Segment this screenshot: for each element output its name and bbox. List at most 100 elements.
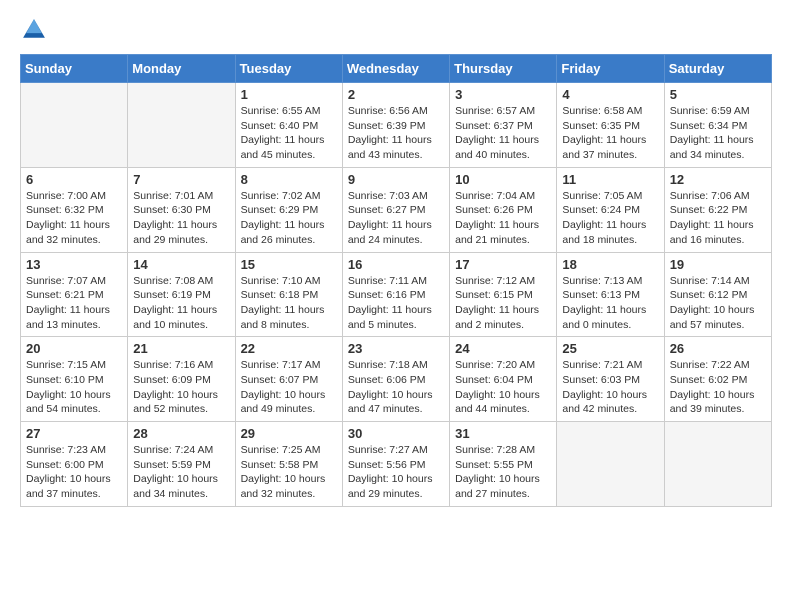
day-info: Sunrise: 7:04 AM Sunset: 6:26 PM Dayligh…	[455, 189, 551, 248]
day-number: 26	[670, 341, 766, 356]
day-info: Sunrise: 7:08 AM Sunset: 6:19 PM Dayligh…	[133, 274, 229, 333]
day-info: Sunrise: 7:06 AM Sunset: 6:22 PM Dayligh…	[670, 189, 766, 248]
week-row-2: 6Sunrise: 7:00 AM Sunset: 6:32 PM Daylig…	[21, 167, 772, 252]
day-info: Sunrise: 6:55 AM Sunset: 6:40 PM Dayligh…	[241, 104, 337, 163]
week-row-1: 1 Sunrise: 6:55 AM Sunset: 6:40 PM Daylig…	[21, 83, 772, 168]
calendar-cell: 1 Sunrise: 6:55 AM Sunset: 6:40 PM Daylig…	[235, 83, 342, 168]
day-number: 20	[26, 341, 122, 356]
day-number: 16	[348, 257, 444, 272]
day-info: Sunrise: 7:23 AM Sunset: 6:00 PM Dayligh…	[26, 443, 122, 502]
calendar-cell: 25 Sunrise: 7:21 AM Sunset: 6:03 PM Dayli…	[557, 337, 664, 422]
day-number: 10	[455, 172, 551, 187]
day-number: 18	[562, 257, 658, 272]
week-row-4: 20Sunrise: 7:15 AM Sunset: 6:10 PM Dayli…	[21, 337, 772, 422]
day-info: Sunrise: 7:27 AM Sunset: 5:56 PM Dayligh…	[348, 443, 444, 502]
day-header-saturday: Saturday	[664, 55, 771, 83]
calendar-cell: 12 Sunrise: 7:06 AM Sunset: 6:22 PM Dayli…	[664, 167, 771, 252]
day-info: Sunrise: 7:01 AM Sunset: 6:30 PM Dayligh…	[133, 189, 229, 248]
day-number: 11	[562, 172, 658, 187]
week-row-3: 13 Sunrise: 7:07 AM Sunset: 6:21 PM Dayli…	[21, 252, 772, 337]
day-number: 1	[241, 87, 337, 102]
calendar-cell	[664, 422, 771, 507]
day-info: Sunrise: 6:57 AM Sunset: 6:37 PM Dayligh…	[455, 104, 551, 163]
day-info: Sunrise: 7:07 AM Sunset: 6:21 PM Dayligh…	[26, 274, 122, 333]
page: SundayMondayTuesdayWednesdayThursdayFrid…	[0, 0, 792, 527]
calendar-cell: 23 Sunrise: 7:18 AM Sunset: 6:06 PM Dayli…	[342, 337, 449, 422]
day-number: 7	[133, 172, 229, 187]
day-number: 22	[241, 341, 337, 356]
day-info: Sunrise: 7:16 AM Sunset: 6:09 PM Dayligh…	[133, 358, 229, 417]
day-info: Sunrise: 7:02 AM Sunset: 6:29 PM Dayligh…	[241, 189, 337, 248]
day-header-friday: Friday	[557, 55, 664, 83]
calendar-cell: 9 Sunrise: 7:03 AM Sunset: 6:27 PM Daylig…	[342, 167, 449, 252]
day-number: 2	[348, 87, 444, 102]
day-info: Sunrise: 7:10 AM Sunset: 6:18 PM Dayligh…	[241, 274, 337, 333]
day-info: Sunrise: 7:12 AM Sunset: 6:15 PM Dayligh…	[455, 274, 551, 333]
day-info: Sunrise: 6:56 AM Sunset: 6:39 PM Dayligh…	[348, 104, 444, 163]
day-number: 8	[241, 172, 337, 187]
calendar-cell	[557, 422, 664, 507]
day-info: Sunrise: 7:21 AM Sunset: 6:03 PM Dayligh…	[562, 358, 658, 417]
calendar-table: SundayMondayTuesdayWednesdayThursdayFrid…	[20, 54, 772, 507]
day-number: 23	[348, 341, 444, 356]
calendar-cell: 11 Sunrise: 7:05 AM Sunset: 6:24 PM Dayli…	[557, 167, 664, 252]
header	[20, 16, 772, 44]
day-number: 15	[241, 257, 337, 272]
day-number: 21	[133, 341, 229, 356]
day-info: Sunrise: 6:58 AM Sunset: 6:35 PM Dayligh…	[562, 104, 658, 163]
calendar-cell: 2 Sunrise: 6:56 AM Sunset: 6:39 PM Daylig…	[342, 83, 449, 168]
day-info: Sunrise: 7:18 AM Sunset: 6:06 PM Dayligh…	[348, 358, 444, 417]
day-number: 17	[455, 257, 551, 272]
day-number: 29	[241, 426, 337, 441]
day-number: 31	[455, 426, 551, 441]
day-header-monday: Monday	[128, 55, 235, 83]
header-row: SundayMondayTuesdayWednesdayThursdayFrid…	[21, 55, 772, 83]
calendar-cell: 28Sunrise: 7:24 AM Sunset: 5:59 PM Dayli…	[128, 422, 235, 507]
day-info: Sunrise: 7:14 AM Sunset: 6:12 PM Dayligh…	[670, 274, 766, 333]
logo	[20, 16, 52, 44]
calendar-cell	[128, 83, 235, 168]
calendar-cell: 15 Sunrise: 7:10 AM Sunset: 6:18 PM Dayli…	[235, 252, 342, 337]
calendar-cell: 7 Sunrise: 7:01 AM Sunset: 6:30 PM Daylig…	[128, 167, 235, 252]
calendar-cell: 27Sunrise: 7:23 AM Sunset: 6:00 PM Dayli…	[21, 422, 128, 507]
logo-icon	[20, 16, 48, 44]
day-info: Sunrise: 6:59 AM Sunset: 6:34 PM Dayligh…	[670, 104, 766, 163]
calendar-cell: 26 Sunrise: 7:22 AM Sunset: 6:02 PM Dayli…	[664, 337, 771, 422]
calendar-cell: 14Sunrise: 7:08 AM Sunset: 6:19 PM Dayli…	[128, 252, 235, 337]
day-number: 19	[670, 257, 766, 272]
day-info: Sunrise: 7:25 AM Sunset: 5:58 PM Dayligh…	[241, 443, 337, 502]
day-number: 3	[455, 87, 551, 102]
day-number: 6	[26, 172, 122, 187]
day-info: Sunrise: 7:03 AM Sunset: 6:27 PM Dayligh…	[348, 189, 444, 248]
calendar-cell: 6Sunrise: 7:00 AM Sunset: 6:32 PM Daylig…	[21, 167, 128, 252]
calendar-cell: 18 Sunrise: 7:13 AM Sunset: 6:13 PM Dayli…	[557, 252, 664, 337]
calendar-cell: 20Sunrise: 7:15 AM Sunset: 6:10 PM Dayli…	[21, 337, 128, 422]
calendar-cell: 29 Sunrise: 7:25 AM Sunset: 5:58 PM Dayli…	[235, 422, 342, 507]
day-number: 9	[348, 172, 444, 187]
day-info: Sunrise: 7:13 AM Sunset: 6:13 PM Dayligh…	[562, 274, 658, 333]
day-info: Sunrise: 7:22 AM Sunset: 6:02 PM Dayligh…	[670, 358, 766, 417]
calendar-cell: 16 Sunrise: 7:11 AM Sunset: 6:16 PM Dayli…	[342, 252, 449, 337]
day-header-wednesday: Wednesday	[342, 55, 449, 83]
day-info: Sunrise: 7:20 AM Sunset: 6:04 PM Dayligh…	[455, 358, 551, 417]
day-number: 12	[670, 172, 766, 187]
calendar-cell: 19 Sunrise: 7:14 AM Sunset: 6:12 PM Dayli…	[664, 252, 771, 337]
day-number: 4	[562, 87, 658, 102]
day-info: Sunrise: 7:24 AM Sunset: 5:59 PM Dayligh…	[133, 443, 229, 502]
day-info: Sunrise: 7:11 AM Sunset: 6:16 PM Dayligh…	[348, 274, 444, 333]
calendar-cell: 13 Sunrise: 7:07 AM Sunset: 6:21 PM Dayli…	[21, 252, 128, 337]
week-row-5: 27Sunrise: 7:23 AM Sunset: 6:00 PM Dayli…	[21, 422, 772, 507]
day-number: 5	[670, 87, 766, 102]
day-header-sunday: Sunday	[21, 55, 128, 83]
day-number: 13	[26, 257, 122, 272]
day-number: 24	[455, 341, 551, 356]
calendar-cell: 4 Sunrise: 6:58 AM Sunset: 6:35 PM Daylig…	[557, 83, 664, 168]
calendar-cell: 5 Sunrise: 6:59 AM Sunset: 6:34 PM Daylig…	[664, 83, 771, 168]
day-number: 30	[348, 426, 444, 441]
day-info: Sunrise: 7:05 AM Sunset: 6:24 PM Dayligh…	[562, 189, 658, 248]
day-header-thursday: Thursday	[450, 55, 557, 83]
calendar-cell: 21 Sunrise: 7:16 AM Sunset: 6:09 PM Dayli…	[128, 337, 235, 422]
day-number: 25	[562, 341, 658, 356]
calendar-cell: 31Sunrise: 7:28 AM Sunset: 5:55 PM Dayli…	[450, 422, 557, 507]
calendar-cell: 22Sunrise: 7:17 AM Sunset: 6:07 PM Dayli…	[235, 337, 342, 422]
